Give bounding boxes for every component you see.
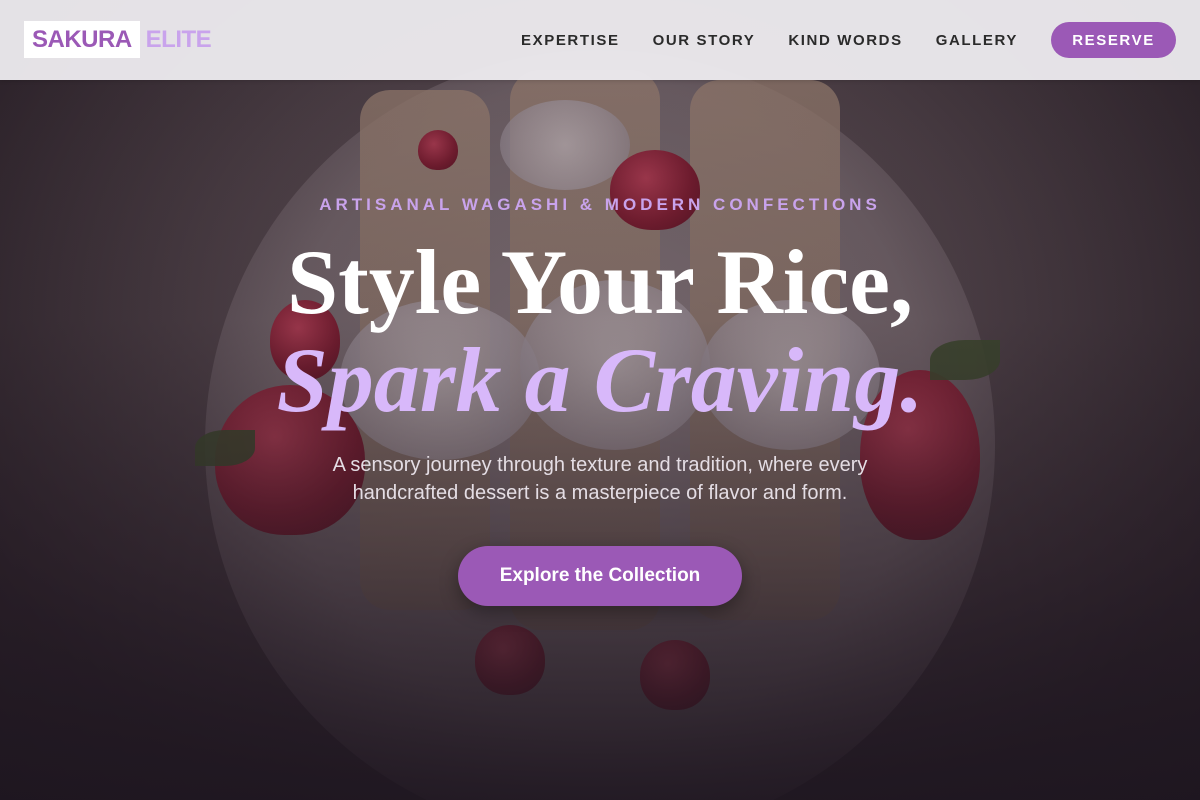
nav-menu: EXPERTISE OUR STORY KIND WORDS GALLERY bbox=[488, 0, 1018, 80]
brand-name-secondary: ELITE bbox=[145, 26, 212, 53]
nav-link-gallery[interactable]: GALLERY bbox=[936, 32, 1018, 49]
brand-logo[interactable]: SAKURA ELITE bbox=[24, 21, 212, 58]
explore-collection-button[interactable]: Explore the Collection bbox=[458, 546, 742, 606]
nav-link-expertise[interactable]: EXPERTISE bbox=[521, 32, 620, 49]
hero-subtitle: A sensory journey through texture and tr… bbox=[332, 454, 868, 504]
top-navbar: SAKURA ELITE EXPERTISE OUR STORY KIND WO… bbox=[0, 0, 1200, 80]
nav-link-kind-words[interactable]: KIND WORDS bbox=[788, 32, 902, 49]
hero-title-line-1: Style Your Rice, bbox=[286, 231, 914, 333]
hero-title-line-2: Spark a Craving. bbox=[276, 329, 924, 431]
nav-link-our-story[interactable]: OUR STORY bbox=[653, 32, 756, 49]
reserve-button[interactable]: RESERVE bbox=[1051, 22, 1176, 58]
hero-eyebrow: ARTISANAL WAGASHI & MODERN CONFECTIONS bbox=[319, 195, 881, 214]
brand-name-primary: SAKURA bbox=[24, 21, 140, 58]
